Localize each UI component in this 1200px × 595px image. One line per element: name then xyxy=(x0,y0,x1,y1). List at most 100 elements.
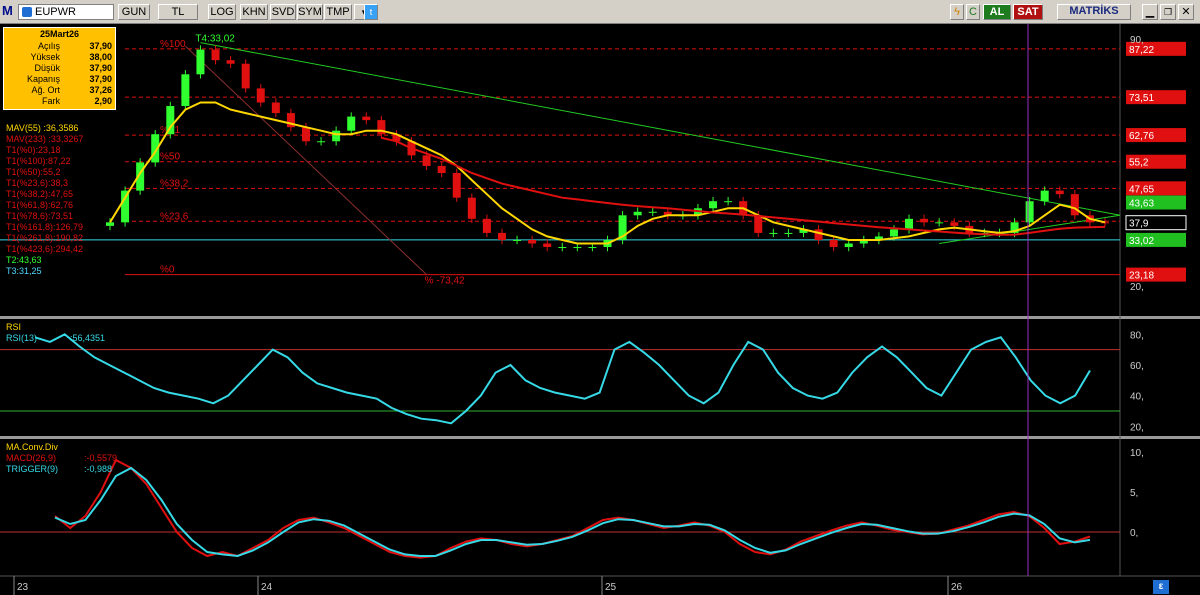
t4-label: T4:33,02 xyxy=(195,33,235,44)
price-tag-label: 55,2 xyxy=(1129,158,1149,169)
chart-canvas[interactable]: %100%61%50%38,2%23,6%0% -73,42T4:33,0287… xyxy=(0,24,1200,595)
price-legend-item: T1(%78,6):73,51 xyxy=(6,211,74,221)
macd-legend-label: MACD(26,9) xyxy=(6,453,57,463)
trigger-legend-label: TRIGGER(9) xyxy=(6,464,59,474)
candle-body xyxy=(422,155,431,166)
candle-body xyxy=(935,222,944,224)
y-tick-label: 20, xyxy=(1130,282,1144,293)
candle-body xyxy=(437,165,446,173)
price-tag-label: 62,76 xyxy=(1129,131,1154,142)
currency-button[interactable]: TL xyxy=(158,4,198,20)
diagonal-label: % -73,42 xyxy=(425,276,465,287)
candle-body xyxy=(950,222,959,226)
candle-body xyxy=(1040,190,1049,202)
fib-pct-label: %23,6 xyxy=(160,211,189,222)
candle-body xyxy=(467,197,476,219)
fib-pct-label: %50 xyxy=(160,152,180,163)
price-legend-item: T1(%23,6):38,3 xyxy=(6,178,69,188)
symbol-selector[interactable]: EUPWR xyxy=(18,4,114,20)
price-legend-item: T1(%161,8):126,79 xyxy=(6,222,84,232)
candle-body xyxy=(844,243,853,248)
log-button[interactable]: LOG xyxy=(208,4,236,20)
price-tag-label: 23,18 xyxy=(1129,271,1154,282)
svd-button[interactable]: SVD xyxy=(270,4,296,20)
info-value: 37,26 xyxy=(89,85,112,95)
price-tag-label: 43,63 xyxy=(1129,199,1154,210)
rsi-y-tick-label: 40, xyxy=(1130,392,1144,403)
rsi-y-tick-label: 20, xyxy=(1130,422,1144,433)
rsi-legend-label: RSI(13) xyxy=(6,333,38,343)
price-legend-item: T1(%100):87,22 xyxy=(6,156,71,166)
info-row: Düşük 37,90 xyxy=(4,63,117,74)
candle-body xyxy=(528,239,537,244)
candle-body xyxy=(1025,201,1034,223)
toolbar: M EUPWR GUN TL LOG KHN SVD SYM TMP ▾ t ϟ… xyxy=(0,0,1200,24)
info-row: Ağ. Ort 37,26 xyxy=(4,85,117,96)
candle-body xyxy=(588,247,597,249)
price-tag-label: 73,51 xyxy=(1129,93,1154,104)
candle-body xyxy=(769,232,778,234)
lightning-icon[interactable]: ϟ xyxy=(950,4,964,20)
price-legend-item: T1(%261,8):190,82 xyxy=(6,233,84,243)
macd-title: MA.Conv.Div xyxy=(6,442,58,452)
macd-y-tick-label: 0, xyxy=(1130,528,1138,539)
info-row: Açılış 37,90 xyxy=(4,41,117,52)
ohlc-info-box: 25Mart26 Açılış 37,90 Yüksek 38,00 Düşük 37,9… xyxy=(3,27,116,110)
refresh-icon[interactable]: C xyxy=(966,4,980,20)
khn-button[interactable]: KHN xyxy=(240,4,268,20)
globe-icon[interactable]: ε xyxy=(1153,580,1169,594)
info-value: 37,90 xyxy=(89,63,112,73)
price-legend-item: T1(%50):55,2 xyxy=(6,167,61,177)
rsi-y-tick-label: 80, xyxy=(1130,330,1144,341)
macd-y-tick-label: 10, xyxy=(1130,448,1144,459)
rsi-y-tick-label: 60, xyxy=(1130,361,1144,372)
candle-body xyxy=(543,243,552,248)
candle-body xyxy=(211,49,220,61)
x-tick-label: 23 xyxy=(17,582,29,593)
candle-body xyxy=(905,218,914,230)
info-label: Kapanış xyxy=(26,74,60,84)
price-tag-label: 87,22 xyxy=(1129,45,1154,56)
price-legend-item: T3:31,25 xyxy=(6,266,42,276)
price-tag-label: 47,65 xyxy=(1129,184,1154,195)
candle-body xyxy=(226,60,235,64)
period-button[interactable]: GUN xyxy=(118,4,150,20)
info-row: Kapanış 37,90 xyxy=(4,74,117,85)
fib-pct-label: %100 xyxy=(160,39,186,50)
pane-separator xyxy=(0,436,1200,439)
candle-body xyxy=(497,232,506,240)
candle-body xyxy=(482,218,491,233)
candle-body xyxy=(106,222,114,226)
candle-body xyxy=(829,239,838,248)
info-label: Düşük xyxy=(34,63,60,73)
buy-button[interactable]: AL xyxy=(983,4,1011,20)
price-legend-item: MAV(55) :36,3586 xyxy=(6,123,79,133)
rsi-legend-value: :56,4351 xyxy=(70,333,106,343)
x-tick-label: 24 xyxy=(261,582,273,593)
brand-button[interactable]: MATRİKS xyxy=(1057,4,1131,20)
candle-body xyxy=(754,215,763,233)
macd-legend-value: :-0,5579 xyxy=(84,453,118,463)
candle-body xyxy=(889,229,898,237)
candle-body xyxy=(513,239,522,241)
minimize-icon[interactable]: ▁ xyxy=(1142,4,1158,20)
tmp-button[interactable]: TMP xyxy=(324,4,352,20)
close-icon[interactable]: ✕ xyxy=(1178,4,1194,20)
twitter-icon[interactable]: t xyxy=(364,4,378,20)
y-tick-label: 90, xyxy=(1130,35,1144,46)
info-value: 38,00 xyxy=(89,52,112,62)
macd-y-tick-label: 5, xyxy=(1130,488,1138,499)
candle-body xyxy=(724,201,733,203)
price-legend-item: MAV(233) :33,3267 xyxy=(6,134,84,144)
candle-body xyxy=(121,190,130,223)
candle-body xyxy=(1055,190,1064,195)
x-tick-label: 26 xyxy=(951,582,963,593)
info-value: 37,90 xyxy=(89,74,112,84)
price-legend-item: T1(%0):23,18 xyxy=(6,145,61,155)
sym-button[interactable]: SYM xyxy=(297,4,323,20)
maximize-icon[interactable]: ❐ xyxy=(1160,4,1176,20)
trigger-legend-value: :-0,988 xyxy=(84,464,113,474)
info-row: Yüksek 38,00 xyxy=(4,52,117,63)
sell-button[interactable]: SAT xyxy=(1013,4,1043,20)
x-tick-label: 25 xyxy=(605,582,617,593)
